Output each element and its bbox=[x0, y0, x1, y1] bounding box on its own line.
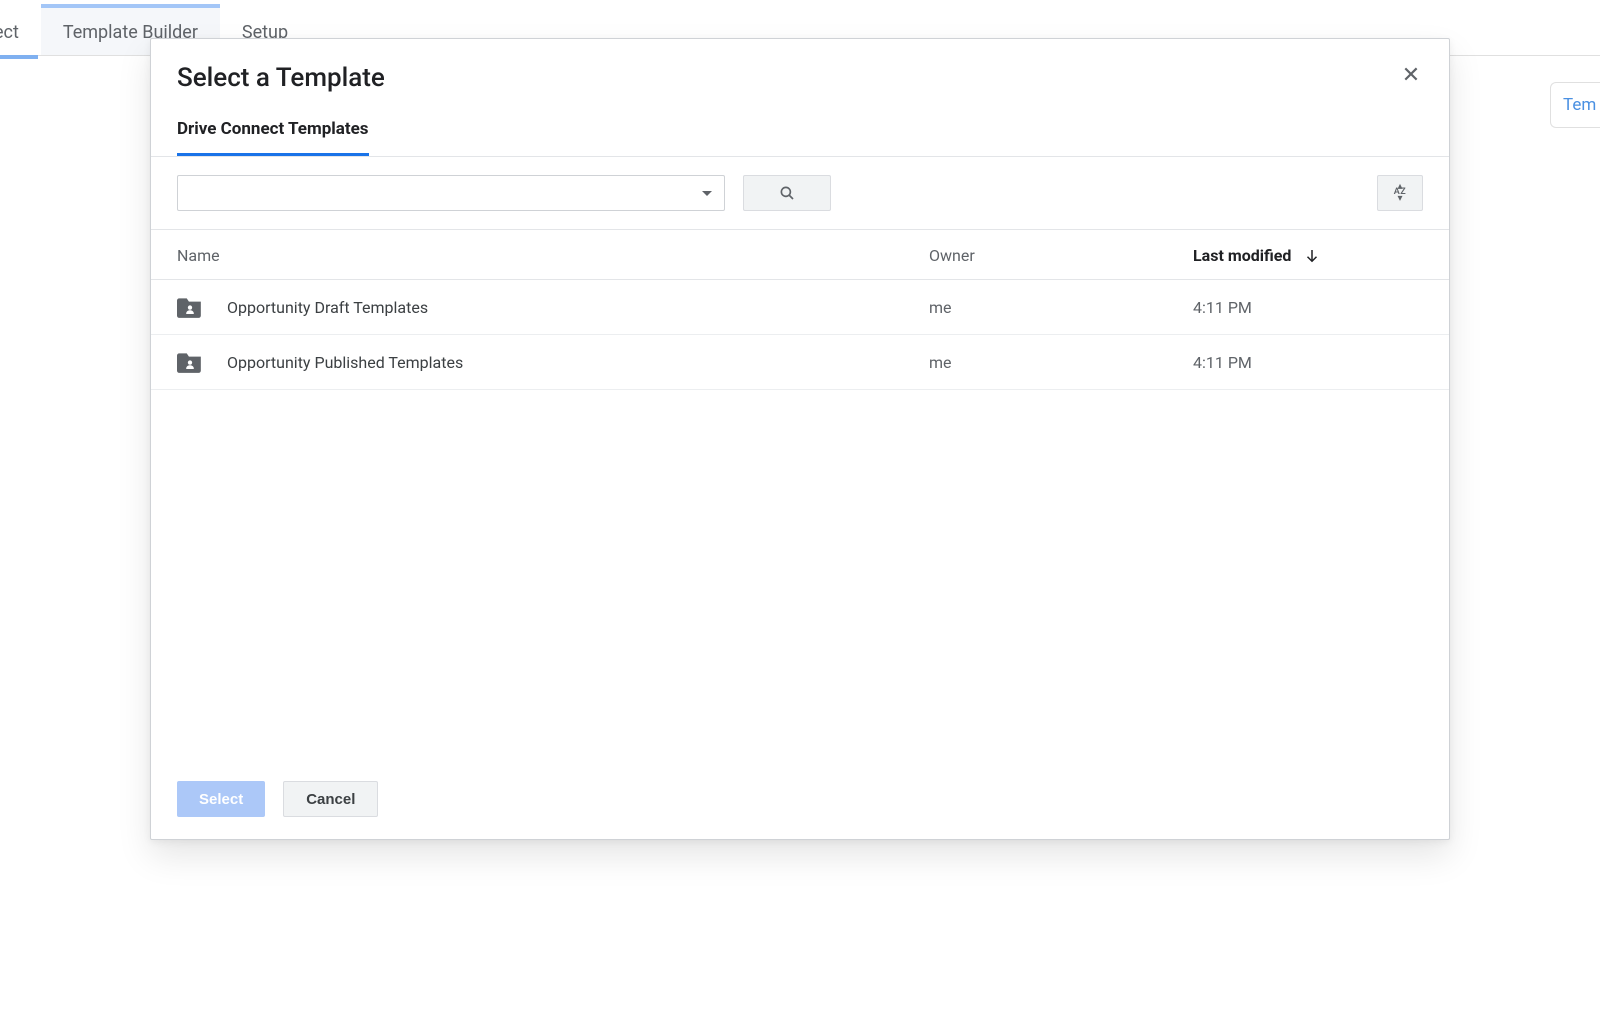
shared-folder-icon bbox=[177, 351, 203, 373]
row-owner-cell: me bbox=[929, 353, 1193, 372]
close-button[interactable]: ✕ bbox=[1399, 63, 1423, 87]
row-name-cell: Opportunity Published Templates bbox=[177, 351, 929, 373]
table-header: Name Owner Last modified bbox=[151, 230, 1449, 280]
row-name-cell: Opportunity Draft Templates bbox=[177, 296, 929, 318]
modal-title: Select a Template bbox=[177, 63, 385, 93]
row-name-text: Opportunity Draft Templates bbox=[227, 298, 428, 317]
cancel-button[interactable]: Cancel bbox=[283, 781, 378, 817]
modal-overlay: Select a Template ✕ Drive Connect Templa… bbox=[0, 0, 1600, 1009]
row-name-text: Opportunity Published Templates bbox=[227, 353, 463, 372]
column-header-name[interactable]: Name bbox=[177, 246, 929, 265]
arrow-down-icon bbox=[1303, 247, 1321, 265]
modal-footer: Select Cancel bbox=[151, 759, 1449, 839]
table-row[interactable]: Opportunity Published Templates me 4:11 … bbox=[151, 335, 1449, 390]
caret-down-icon bbox=[702, 191, 712, 196]
search-icon bbox=[778, 184, 796, 202]
select-button[interactable]: Select bbox=[177, 781, 265, 817]
column-header-modified[interactable]: Last modified bbox=[1193, 246, 1423, 265]
modal: Select a Template ✕ Drive Connect Templa… bbox=[150, 38, 1450, 840]
inner-tab-drive-connect[interactable]: Drive Connect Templates bbox=[177, 119, 369, 156]
row-owner-cell: me bbox=[929, 298, 1193, 317]
modal-title-row: Select a Template ✕ bbox=[177, 63, 1423, 93]
column-header-modified-label: Last modified bbox=[1193, 246, 1291, 265]
filter-dropdown[interactable] bbox=[177, 175, 725, 211]
inner-tabs: Drive Connect Templates bbox=[177, 119, 1423, 156]
row-modified-cell: 4:11 PM bbox=[1193, 353, 1423, 372]
shared-folder-icon bbox=[177, 296, 203, 318]
table-body: Opportunity Draft Templates me 4:11 PM O… bbox=[151, 280, 1449, 759]
filter-bar: ▴ AZ ▾ bbox=[151, 156, 1449, 230]
column-header-owner[interactable]: Owner bbox=[929, 246, 1193, 265]
modal-header: Select a Template ✕ Drive Connect Templa… bbox=[151, 39, 1449, 156]
close-icon: ✕ bbox=[1402, 62, 1420, 87]
search-button[interactable] bbox=[743, 175, 831, 211]
sort-az-button[interactable]: ▴ AZ ▾ bbox=[1377, 175, 1423, 211]
sort-down-icon: ▾ bbox=[1397, 196, 1402, 202]
row-modified-cell: 4:11 PM bbox=[1193, 298, 1423, 317]
table-row[interactable]: Opportunity Draft Templates me 4:11 PM bbox=[151, 280, 1449, 335]
